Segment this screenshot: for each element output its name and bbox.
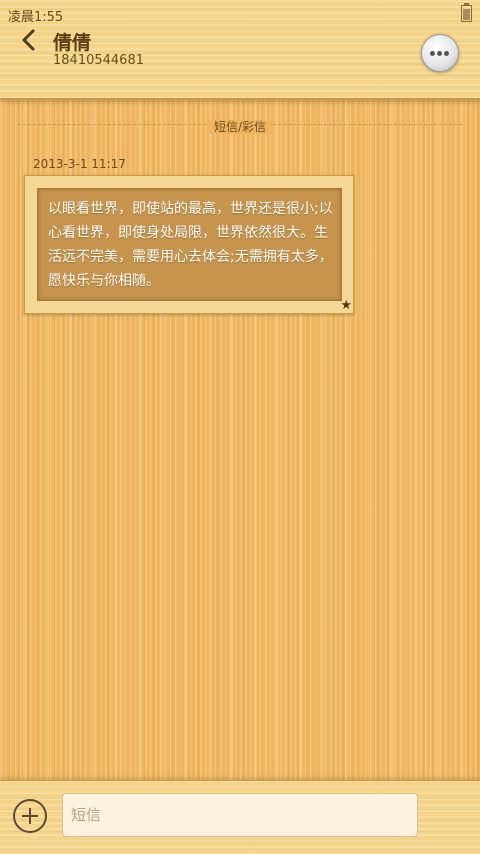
header: 凌晨1:55 倩倩 18410544681 [0, 0, 480, 100]
message-bubble[interactable]: 以眼看世界，即使站的最高，世界还是很小;以心看世界，即使身处局限，世界依然很大。… [24, 175, 354, 314]
input-bar [0, 780, 480, 854]
sms-input[interactable] [62, 793, 418, 837]
contact-number: 18410544681 [53, 53, 144, 68]
more-dots-icon [444, 51, 449, 56]
status-bar: 凌晨1:55 [0, 0, 480, 26]
message-text: 以眼看世界，即使站的最高，世界还是很小;以心看世界，即使身处局限，世界依然很大。… [48, 201, 333, 289]
message-timestamp: 2013-3-1 11:17 [33, 157, 126, 171]
contact-name: 倩倩 [53, 32, 92, 54]
status-time: 凌晨1:55 [8, 10, 64, 25]
more-dots-icon [437, 51, 442, 56]
more-button[interactable] [421, 34, 459, 72]
chevron-left-icon [22, 29, 35, 51]
add-attachment-button[interactable] [13, 799, 47, 833]
back-button[interactable] [18, 28, 42, 52]
battery-icon [461, 3, 472, 22]
message-bubble-inner: 以眼看世界，即使站的最高，世界还是很小;以心看世界，即使身处局限，世界依然很大。… [37, 188, 342, 301]
message-type-label: 短信/彩信 [207, 120, 273, 134]
more-dots-icon [430, 51, 435, 56]
star-icon: ★ [340, 298, 352, 313]
message-list[interactable]: 短信/彩信 2013-3-1 11:17 以眼看世界，即使站的最高，世界还是很小… [0, 100, 480, 780]
